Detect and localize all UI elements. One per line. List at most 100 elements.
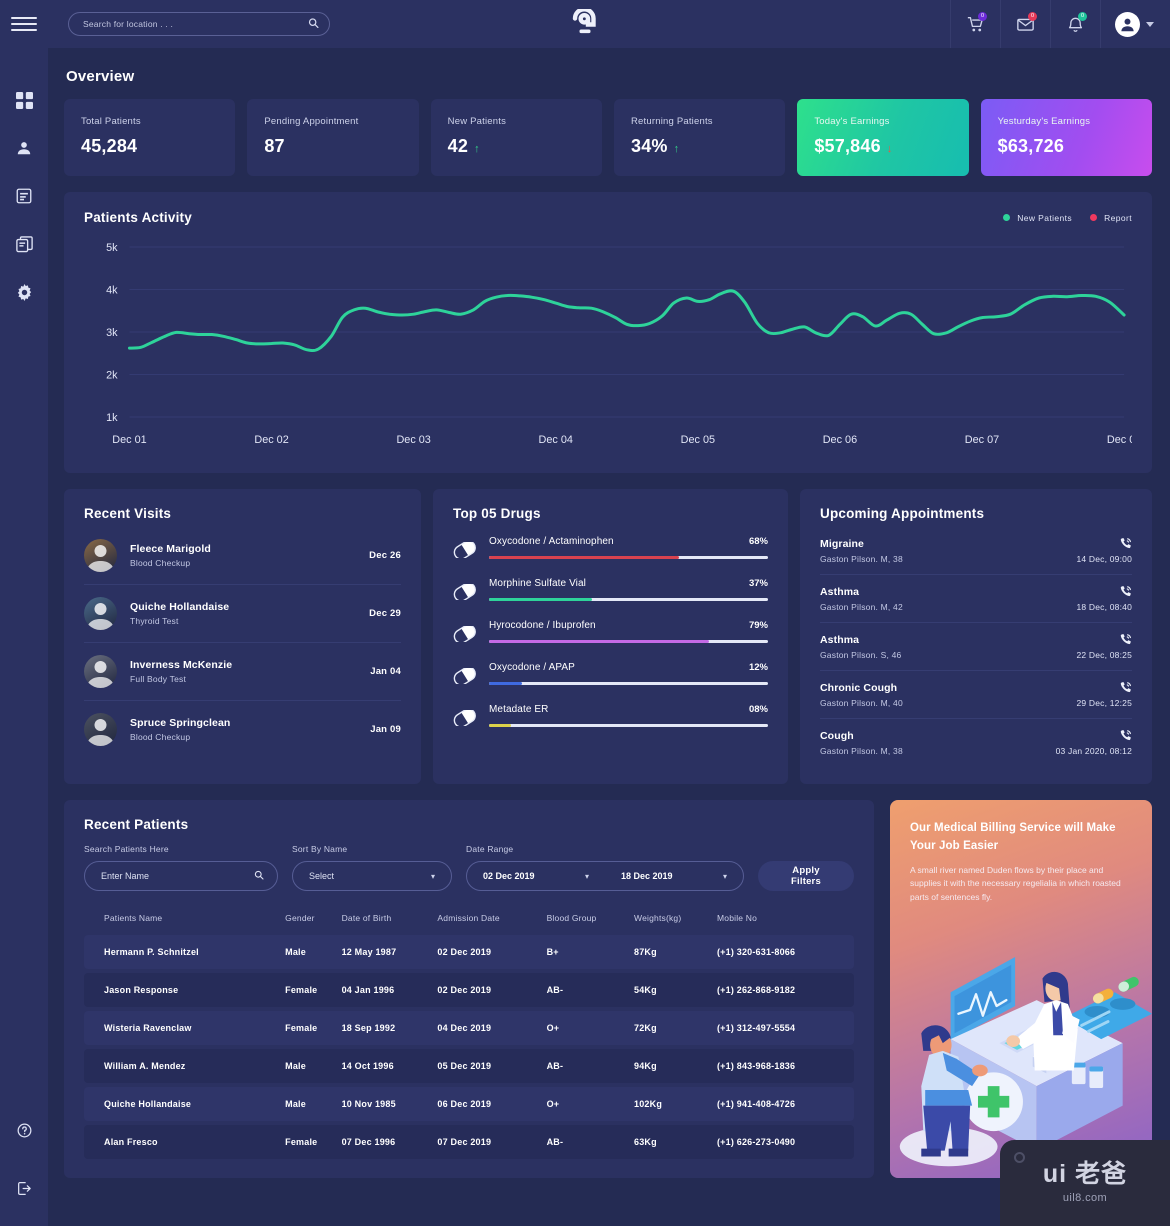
drug-row[interactable]: Oxycodone / Actaminophen 68% (453, 536, 768, 563)
cell-admission-date: 06 Dec 2019 (437, 1087, 547, 1121)
drug-row[interactable]: Oxycodone / APAP 12% (453, 662, 768, 689)
stat-card-total-patients[interactable]: Total Patients 45,284 (64, 99, 236, 176)
cell-gender: Male (285, 1087, 342, 1121)
appointment-condition: Chronic Cough (820, 682, 898, 694)
appointment-datetime: 03 Jan 2020, 08:12 (1055, 746, 1132, 756)
chart-plot-area[interactable]: 1k 2k 3k 4k 5k Dec 01 Dec 02 Dec 03 Dec 04 Dec 05… (84, 233, 1132, 453)
cell-blood-group: O+ (546, 1011, 634, 1045)
drug-top-row: Oxycodone / APAP 12% (489, 662, 768, 673)
sidebar-item-dashboard[interactable] (0, 76, 48, 124)
stat-card-pending-appointment[interactable]: Pending Appointment 87 (247, 99, 419, 176)
phone-icon[interactable] (1119, 537, 1132, 555)
appointment-condition: Asthma (820, 586, 860, 598)
table-column-header[interactable]: Weights(kg) (634, 907, 717, 931)
promo-heading: Our Medical Billing Service will Make Yo… (910, 822, 1116, 852)
sidebar-item-patients[interactable] (0, 124, 48, 172)
table-row[interactable]: Wisteria Ravenclaw Female 18 Sep 1992 04… (84, 1011, 854, 1045)
hamburger-icon[interactable] (0, 17, 48, 31)
visit-row[interactable]: Quiche Hollandaise Thyroid Test Dec 29 (84, 585, 401, 643)
drug-percent: 79% (748, 620, 768, 631)
appointment-datetime: 29 Dec, 12:25 (1076, 698, 1132, 708)
phone-icon[interactable] (1119, 729, 1132, 747)
appointments-list: Migraine Gaston Pilson. M, 38 14 Dec, 09… (820, 527, 1132, 766)
appointment-row[interactable]: Asthma Gaston Pilson. M, 42 18 Dec, 08:4… (820, 575, 1132, 623)
drug-row[interactable]: Morphine Sulfate Vial 37% (453, 578, 768, 605)
appointment-datetime: 14 Dec, 09:00 (1076, 554, 1132, 564)
stat-card-returning-patients[interactable]: Returning Patients 34% ↑ (613, 99, 786, 176)
notifications-button[interactable]: 0 (1050, 0, 1100, 48)
appointment-row[interactable]: Chronic Cough Gaston Pilson. M, 40 29 De… (820, 671, 1132, 719)
stat-value: 34% ↑ (631, 136, 768, 157)
cell-weight: 63Kg (634, 1125, 717, 1159)
svg-text:Dec 08: Dec 08 (1107, 434, 1132, 446)
stat-label: Total Patients (81, 116, 141, 127)
cell-mobile-no: (+1) 312-497-5554 (716, 1011, 854, 1045)
cell-patient-name: Hermann P. Schnitzel (84, 935, 286, 969)
chevron-down-icon: ▾ (722, 871, 727, 881)
cell-date-of-birth: 18 Sep 1992 (341, 1011, 438, 1045)
table-row[interactable]: Jason Response Female 04 Jan 1996 02 Dec… (84, 973, 854, 1007)
table-row[interactable]: Hermann P. Schnitzel Male 12 May 1987 02… (84, 935, 854, 969)
visits-list: Fleece Marigold Blood Checkup Dec 26 Qui… (84, 527, 401, 758)
stat-card-yesterdays-earnings[interactable]: Yesturday's Earnings $63,726 (980, 99, 1152, 176)
appointment-row[interactable]: Asthma Gaston Pilson. S, 46 22 Dec, 08:2… (820, 623, 1132, 671)
drug-progress-track (489, 556, 768, 559)
help-circle-icon[interactable] (0, 1106, 48, 1154)
mail-button[interactable]: 0 (1000, 0, 1050, 48)
table-column-header[interactable]: Date of Birth (342, 907, 438, 931)
phone-icon[interactable] (1119, 681, 1132, 699)
drug-name: Morphine Sulfate Vial (489, 578, 586, 589)
visit-row[interactable]: Spruce Springclean Blood Checkup Jan 09 (84, 701, 401, 758)
phone-icon[interactable] (1119, 585, 1132, 603)
phone-icon[interactable] (1119, 633, 1132, 651)
location-search (68, 12, 330, 36)
appointment-row[interactable]: Migraine Gaston Pilson. M, 38 14 Dec, 09… (820, 527, 1132, 575)
table-column-header[interactable]: Patients Name (84, 907, 285, 931)
table-column-header[interactable]: Admission Date (437, 907, 546, 931)
drug-row[interactable]: Metadate ER 08% (453, 704, 768, 731)
svg-text:5k: 5k (106, 242, 118, 254)
drug-row[interactable]: Hyrocodone / Ibuprofen 79% (453, 620, 768, 647)
patient-filters: Search Patients Here Enter Name Sort By … (84, 844, 854, 891)
visit-test-type: Blood Checkup (130, 732, 191, 742)
visit-row[interactable]: Inverness McKenzie Full Body Test Jan 04 (84, 643, 401, 701)
date-range-to[interactable]: 18 Dec 2019 ▾ (605, 871, 743, 881)
chevron-down-icon (1146, 21, 1154, 27)
drugs-list: Oxycodone / Actaminophen 68% Morphine Su… (453, 536, 768, 731)
cell-blood-group: O+ (546, 1087, 634, 1121)
table-row[interactable]: Alan Fresco Female 07 Dec 1996 07 Dec 20… (84, 1125, 854, 1159)
visit-date: Dec 26 (369, 550, 401, 561)
date-range-from[interactable]: 02 Dec 2019 ▾ (467, 871, 605, 881)
recent-patients-card: Recent Patients Search Patients Here Ent… (64, 800, 874, 1178)
cell-patient-name: Alan Fresco (84, 1125, 286, 1159)
visit-row[interactable]: Fleece Marigold Blood Checkup Dec 26 (84, 527, 401, 585)
sidebar-item-settings[interactable] (0, 268, 48, 316)
search-input[interactable] (68, 12, 330, 36)
left-sidebar (0, 48, 48, 1226)
sort-by-name-select[interactable]: Select ▾ (292, 861, 452, 891)
profile-menu[interactable] (1100, 0, 1170, 48)
cell-gender: Female (285, 1011, 342, 1045)
search-patients-input[interactable] (84, 861, 278, 891)
legend-item-new-patients[interactable]: New Patients (1003, 213, 1072, 223)
logout-icon[interactable] (0, 1164, 48, 1212)
app-logo[interactable] (572, 9, 598, 39)
mid-panels: Recent Visits Fleece Marigold Blood Chec… (64, 489, 1152, 784)
promo-card[interactable]: Our Medical Billing Service will Make Yo… (890, 800, 1152, 1178)
filter-label: Search Patients Here (84, 844, 169, 854)
stat-card-new-patients[interactable]: New Patients 42 ↑ (430, 99, 602, 176)
table-row[interactable]: Quiche Hollandaise Male 10 Nov 1985 06 D… (84, 1087, 854, 1121)
appointment-row[interactable]: Cough Gaston Pilson. M, 38 03 Jan 2020, … (820, 719, 1132, 766)
cart-button[interactable]: 0 (950, 0, 1000, 48)
table-row[interactable]: William A. Mendez Male 14 Oct 1996 05 De… (84, 1049, 854, 1083)
table-column-header[interactable]: Gender (285, 907, 341, 931)
sidebar-item-reports[interactable] (0, 220, 48, 268)
table-column-header[interactable]: Blood Group (547, 907, 634, 931)
table-column-header[interactable]: Mobile No (717, 907, 854, 931)
sidebar-item-records[interactable] (0, 172, 48, 220)
apply-filters-button[interactable]: Apply Filters (758, 861, 854, 891)
legend-item-report[interactable]: Report (1090, 213, 1132, 223)
stat-card-todays-earnings[interactable]: Today's Earnings $57,846 ↓ (797, 99, 969, 176)
panel-title: Top 05 Drugs (453, 506, 541, 521)
cell-date-of-birth: 14 Oct 1996 (341, 1049, 438, 1083)
